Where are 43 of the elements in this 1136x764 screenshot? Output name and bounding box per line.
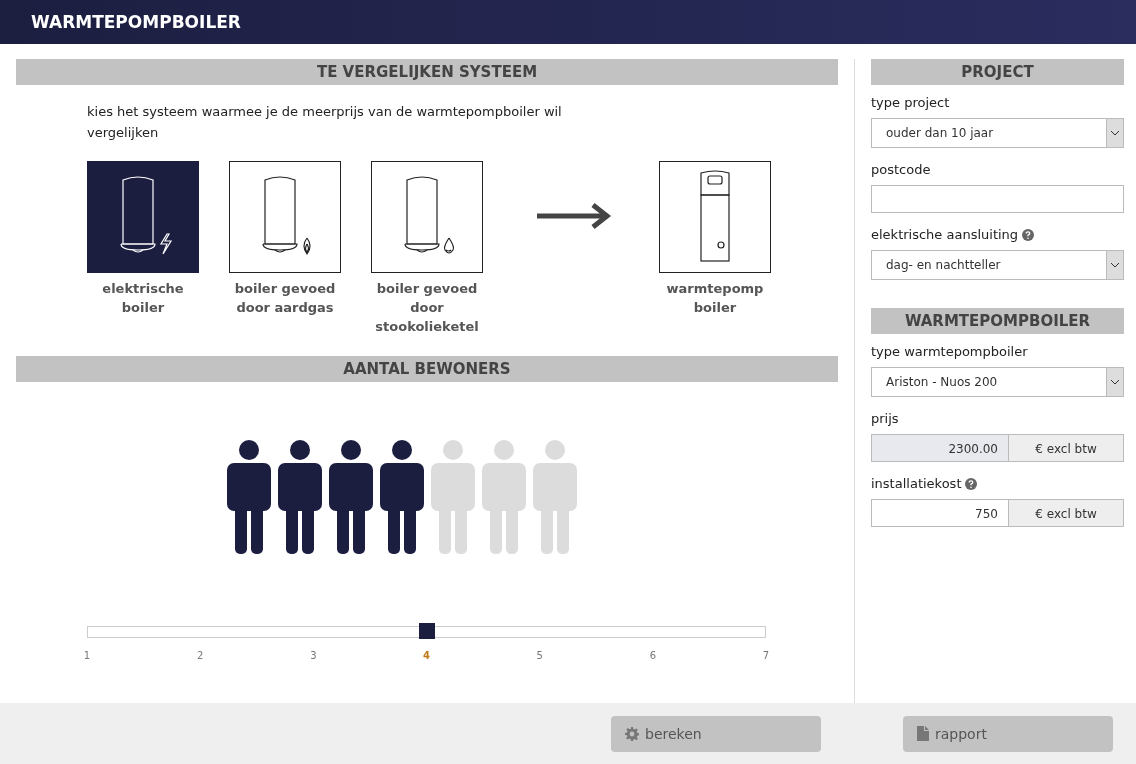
help-icon[interactable]: [965, 477, 978, 490]
slider-tick-label: 6: [649, 650, 656, 661]
boiler-option[interactable]: [371, 161, 483, 273]
boiler-option[interactable]: [229, 161, 341, 273]
caret-icon: [1110, 262, 1120, 268]
action-button[interactable]: rapport: [903, 715, 1113, 752]
dropdown[interactable]: dag- en nachtteller: [871, 250, 1124, 280]
slider-tick-label: 4: [423, 650, 430, 661]
help-icon[interactable]: [1022, 228, 1035, 241]
action-button[interactable]: bereken: [611, 715, 821, 752]
field-label: installatiekost: [871, 476, 962, 491]
field-label: prijs: [871, 411, 899, 426]
dropdown[interactable]: Ariston - Nuos 200: [871, 367, 1124, 397]
boiler-label: elektrische boiler: [101, 280, 185, 317]
unit-label: € excl btw: [1009, 434, 1124, 462]
boiler-label: boiler gevoed door stookolieketel: [374, 280, 480, 336]
section-heading: TE VERGELIJKEN SYSTEEM: [16, 59, 838, 85]
field-label: type project: [871, 95, 950, 110]
gear-icon: [625, 726, 639, 741]
document-icon: [917, 726, 929, 741]
slider-tick-label: 3: [310, 650, 317, 661]
boiler-option[interactable]: [87, 161, 199, 273]
input-field[interactable]: [871, 185, 1124, 213]
section-heading: PROJECT: [871, 59, 1124, 85]
caret-icon: [1110, 130, 1120, 136]
slider-tick-label: 1: [83, 650, 91, 661]
intro-text: kies het systeem waarmee je de meerprijs van de warmtepompboiler wil vergelijken: [87, 103, 563, 142]
field-label: type warmtepompboiler: [871, 344, 1028, 359]
unit-label: € excl btw: [1009, 499, 1124, 527]
section-heading: AANTAL BEWONERS: [16, 356, 838, 382]
field-label: postcode: [871, 162, 931, 177]
input-field[interactable]: 750: [871, 499, 1009, 527]
slider-tick-label: 2: [196, 650, 204, 661]
slider-tick-label: 7: [762, 650, 770, 661]
boiler-label: boiler gevoed door aardgas: [233, 280, 337, 317]
slider-handle[interactable]: [418, 623, 435, 639]
caret-icon: [1110, 379, 1120, 385]
app-title: WARMTEPOMPBOILER: [31, 12, 241, 32]
section-heading: WARMTEPOMPBOILER: [871, 308, 1124, 334]
heat-pump-boiler-label: warmtepomp boiler: [665, 280, 765, 317]
dropdown[interactable]: ouder dan 10 jaar: [871, 118, 1124, 148]
field-label: elektrische aansluiting: [871, 227, 1019, 242]
slider-tick-label: 5: [536, 650, 543, 661]
